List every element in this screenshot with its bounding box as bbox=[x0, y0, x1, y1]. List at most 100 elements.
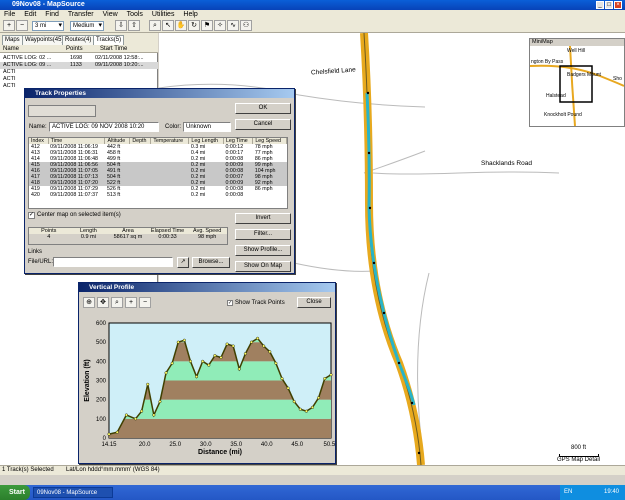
zoom-in-profile-icon[interactable]: + bbox=[125, 297, 137, 308]
trackpoint-cell: 0:00:08 bbox=[225, 192, 244, 198]
track-row[interactable]: ACTIVE LOG: 09 ... 1133 09/11/2008 10:20… bbox=[0, 62, 158, 69]
trackpoint-cell bbox=[151, 192, 189, 198]
tab-waypoints[interactable]: Waypoints(45) bbox=[22, 35, 67, 45]
track-name: ACTI bbox=[3, 83, 16, 89]
track-point bbox=[124, 413, 128, 417]
hand-tool-icon[interactable]: ✋ bbox=[175, 20, 187, 31]
maximize-button[interactable]: □ bbox=[605, 1, 613, 9]
track-tool-icon[interactable]: ∿ bbox=[227, 20, 239, 31]
zoom-scale-select[interactable]: 3 mi bbox=[32, 21, 64, 31]
profile-close-button[interactable]: Close bbox=[297, 297, 331, 308]
track-point bbox=[274, 361, 278, 365]
menu-utilities[interactable]: Utilities bbox=[152, 11, 175, 18]
zoom-icon[interactable]: ⌕ bbox=[111, 297, 123, 308]
zoom-tool-icon[interactable]: ⌕ bbox=[149, 20, 161, 31]
filter-button[interactable]: Filter... bbox=[235, 229, 291, 240]
taskbar-mapsource[interactable]: 09Nov08 - MapSource bbox=[33, 487, 113, 498]
y-tick-label: 200 bbox=[96, 398, 107, 404]
col-start-time[interactable]: Start Time bbox=[100, 45, 127, 53]
track-name-input[interactable]: ACTIVE LOG: 09 NOV 2008 10:20 bbox=[49, 122, 159, 132]
tab-maps[interactable]: Maps bbox=[2, 35, 23, 45]
menu-file[interactable]: File bbox=[4, 11, 15, 18]
show-on-map-button[interactable]: Show On Map bbox=[235, 261, 291, 272]
menu-find[interactable]: Find bbox=[45, 11, 59, 18]
status-format: Lat/Lon hddd°mm.mmm' (WGS 84) bbox=[66, 467, 160, 473]
x-axis-label: Distance (mi) bbox=[198, 449, 242, 456]
minimap-place: Halstead bbox=[546, 93, 566, 99]
show-track-points-checkbox[interactable]: ✓ bbox=[227, 300, 233, 306]
zoom-out-icon[interactable]: − bbox=[16, 20, 28, 31]
links-label: Links bbox=[28, 249, 43, 255]
minimize-button[interactable]: _ bbox=[596, 1, 604, 9]
receive-from-device-icon[interactable]: ⇩ bbox=[115, 20, 127, 31]
trackpoint-cell: 420 bbox=[31, 192, 40, 198]
select-tool-icon[interactable]: ↖ bbox=[162, 20, 174, 31]
list-toolbar bbox=[28, 105, 96, 117]
language-indicator[interactable]: EN bbox=[564, 485, 572, 500]
start-button[interactable]: Start bbox=[0, 485, 30, 500]
tab-tracks[interactable]: Tracks(5) bbox=[93, 35, 125, 45]
fileurl-input[interactable] bbox=[53, 257, 173, 267]
profile-chart: 010020030040050060014.15 20.0 25.0 30.0 35.0… bbox=[84, 321, 335, 456]
track-point bbox=[115, 430, 119, 434]
track-start: 02/11/2008 12:58:... bbox=[95, 55, 144, 61]
menu-tools[interactable]: Tools bbox=[127, 11, 143, 18]
trackpoint-row[interactable]: 420 09/11/2008 11:07:37 513 ft 0.2 mi 0:00:0… bbox=[29, 192, 287, 198]
browse-button[interactable]: Browse... bbox=[192, 257, 230, 268]
track-point bbox=[243, 352, 247, 356]
waypoint-tool-icon[interactable]: ⚑ bbox=[201, 20, 213, 31]
trackpoints-table[interactable]: Index Time Altitude Depth Temperature Le… bbox=[28, 137, 288, 209]
stats-panel: Points 4 Length 0.9 mi Area 58617 sq m Elapsed… bbox=[28, 227, 228, 245]
map-detail-select[interactable]: Medium bbox=[70, 21, 104, 31]
stat-value: 0:00:33 bbox=[158, 234, 177, 240]
center-map-checkbox[interactable]: ✓ bbox=[28, 212, 35, 219]
ok-button[interactable]: OK bbox=[235, 103, 291, 114]
close-button[interactable]: × bbox=[614, 1, 622, 9]
col-points[interactable]: Points bbox=[66, 45, 83, 53]
crosshair-icon[interactable]: ⊕ bbox=[83, 297, 95, 308]
menu-transfer[interactable]: Transfer bbox=[68, 11, 94, 18]
minimap[interactable]: MiniMap Well Hill ngton By Pass Badgers … bbox=[529, 38, 625, 127]
tab-routes[interactable]: Routes(4) bbox=[62, 35, 95, 45]
track-point bbox=[292, 400, 296, 404]
menu-edit[interactable]: Edit bbox=[24, 11, 36, 18]
track-row[interactable]: ACTI bbox=[0, 69, 158, 76]
track-point bbox=[225, 342, 229, 346]
track-row[interactable]: ACTI bbox=[0, 76, 158, 83]
zoom-out-profile-icon[interactable]: − bbox=[139, 297, 151, 308]
route-tool-icon[interactable]: ✧ bbox=[214, 20, 226, 31]
stat-column: Area 58617 sq m bbox=[108, 228, 148, 240]
vertical-profile-window: Vertical Profile ⊕ ✥ ⌕ + − ✓ Show Track … bbox=[78, 282, 336, 464]
open-link-button[interactable]: ↗ bbox=[177, 257, 189, 268]
track-point bbox=[164, 371, 168, 375]
send-to-device-icon[interactable]: ⇧ bbox=[128, 20, 140, 31]
center-map-label: Center map on selected item(s) bbox=[37, 212, 121, 218]
stat-column: Avg. Speed 98 mph bbox=[187, 228, 227, 240]
col-name[interactable]: Name bbox=[3, 45, 19, 53]
road-shacklands bbox=[372, 171, 560, 175]
pan-icon[interactable]: ✥ bbox=[97, 297, 109, 308]
menu-help[interactable]: Help bbox=[183, 11, 197, 18]
color-select[interactable]: Unknown bbox=[183, 122, 231, 132]
stat-column: Points 4 bbox=[29, 228, 69, 240]
track-point bbox=[170, 361, 174, 365]
x-tick-label: 50.53 bbox=[323, 442, 335, 448]
dialog-title: Track Properties bbox=[25, 89, 294, 98]
track-point bbox=[249, 340, 253, 344]
track-point bbox=[195, 375, 199, 379]
show-profile-button[interactable]: Show Profile... bbox=[235, 245, 291, 256]
y-tick-label: 600 bbox=[96, 321, 107, 327]
invert-button[interactable]: Invert bbox=[235, 213, 291, 224]
toolbar: + − 3 mi Medium ⇩ ⇧ ⌕ ↖ ✋ ↻ ⚑ ✧ ∿ ⚇ bbox=[0, 19, 625, 33]
profile-tool-icon[interactable]: ⚇ bbox=[240, 20, 252, 31]
measure-tool-icon[interactable]: ↻ bbox=[188, 20, 200, 31]
cancel-button[interactable]: Cancel bbox=[235, 119, 291, 130]
minimap-place: Well Hill bbox=[567, 48, 585, 54]
zoom-in-icon[interactable]: + bbox=[3, 20, 15, 31]
track-point bbox=[311, 405, 315, 409]
label-shacklands-road: Shacklands Road bbox=[481, 160, 532, 167]
track-row[interactable]: ACTIVE LOG: 02 ... 1698 02/11/2008 12:58… bbox=[0, 55, 158, 62]
menu-view[interactable]: View bbox=[103, 11, 118, 18]
track-points: 1698 bbox=[70, 55, 83, 61]
track-name: ACTI bbox=[3, 76, 16, 82]
